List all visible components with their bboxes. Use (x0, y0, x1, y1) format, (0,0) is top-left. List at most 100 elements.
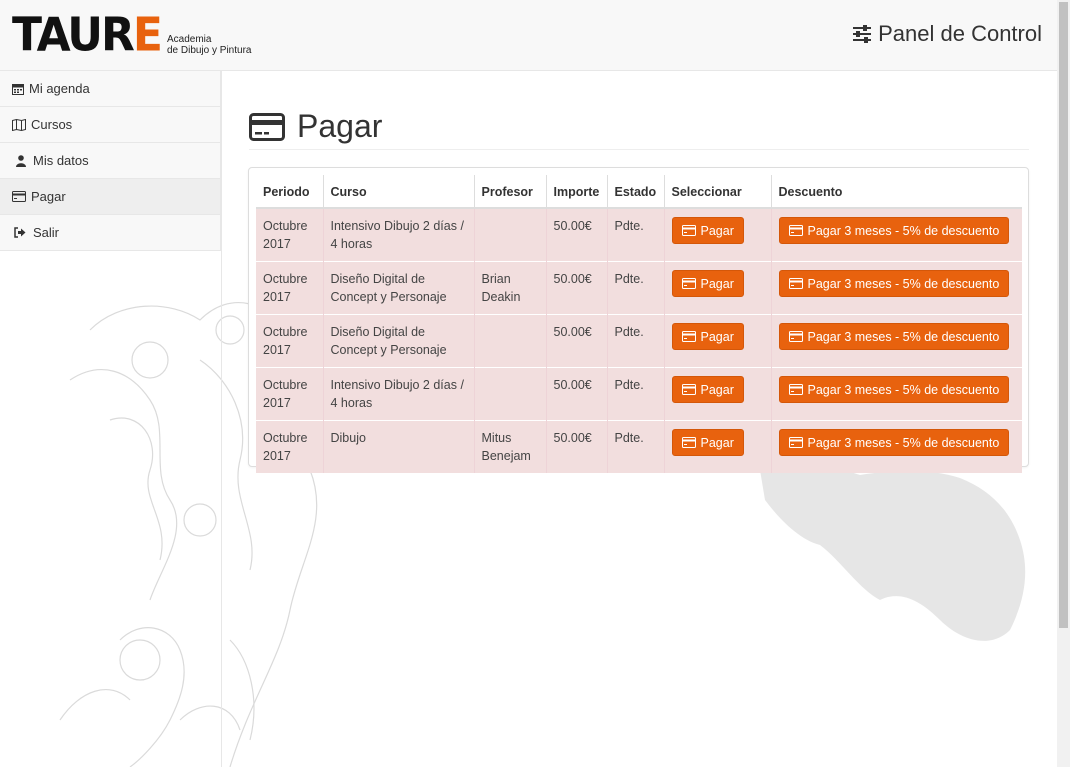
payments-panel: Periodo Curso Profesor Importe Estado Se… (248, 167, 1029, 473)
credit-card-icon (12, 191, 26, 202)
page-header: Pagar (249, 104, 1029, 150)
credit-card-icon (681, 278, 696, 289)
column-header-descuento: Descuento (770, 175, 1022, 209)
credit-card-icon (788, 437, 803, 448)
credit-card-icon (681, 331, 696, 342)
cell-descuento: Pagar 3 meses - 5% de descuento (770, 314, 1022, 368)
pay-button[interactable]: Pagar (671, 217, 744, 244)
sidebar-item-label: Cursos (31, 117, 73, 132)
map-icon (12, 118, 26, 131)
credit-card-icon (681, 225, 696, 236)
control-panel-label: Panel de Control (878, 21, 1042, 46)
table-row: Octubre 2017 Dibujo Mitus Benejam 50.00€… (256, 420, 1022, 473)
pay-discount-button-label: Pagar 3 meses - 5% de descuento (807, 435, 1000, 450)
sidebar-item-label: Mis datos (33, 153, 89, 168)
cell-estado: Pdte. (606, 261, 664, 315)
logo-subtitle: Academia de Dibujo y Pintura (166, 34, 252, 56)
cell-importe: 50.00€ (545, 367, 607, 421)
credit-card-icon (249, 112, 285, 141)
pay-discount-button-label: Pagar 3 meses - 5% de descuento (807, 382, 1000, 397)
sliders-icon (853, 25, 872, 43)
sidebar-item-cursos[interactable]: Cursos (0, 107, 220, 143)
cell-periodo: Octubre 2017 (256, 314, 323, 368)
pay-button-label: Pagar (700, 276, 734, 291)
sign-out-icon (14, 227, 26, 238)
column-header-profesor: Profesor (473, 175, 546, 209)
cell-seleccionar: Pagar (663, 261, 771, 315)
credit-card-icon (788, 278, 803, 289)
cell-seleccionar: Pagar (663, 420, 771, 473)
cell-curso: Dibujo (322, 420, 474, 473)
brand-logo[interactable]: TAURE Academia de Dibujo y Pintura (12, 12, 251, 58)
sidebar-item-pagar[interactable]: Pagar (0, 179, 220, 215)
cell-importe: 50.00€ (545, 261, 607, 315)
logo-wordmark: TAURE (12, 8, 163, 63)
cell-descuento: Pagar 3 meses - 5% de descuento (770, 261, 1022, 315)
sidebar-nav: Mi agenda Cursos Mis datos Pagar Salir (0, 71, 221, 251)
cell-importe: 50.00€ (545, 314, 607, 368)
pay-button-label: Pagar (700, 329, 734, 344)
cell-profesor: Mitus Benejam (473, 420, 546, 473)
cell-curso: Intensivo Dibujo 2 días / 4 horas (322, 207, 474, 262)
scrollbar-thumb[interactable] (1059, 2, 1068, 628)
cell-profesor: Brian Deakin (473, 261, 546, 315)
sidebar-divider (221, 71, 222, 767)
pay-button[interactable]: Pagar (671, 270, 744, 297)
cell-descuento: Pagar 3 meses - 5% de descuento (770, 367, 1022, 421)
pay-discount-button-label: Pagar 3 meses - 5% de descuento (807, 223, 1000, 238)
sidebar-item-salir[interactable]: Salir (0, 215, 220, 251)
pay-discount-button[interactable]: Pagar 3 meses - 5% de descuento (778, 270, 1010, 297)
pay-button-label: Pagar (700, 435, 734, 450)
pay-discount-button-label: Pagar 3 meses - 5% de descuento (807, 276, 1000, 291)
control-panel-link[interactable]: Panel de Control (852, 21, 1042, 47)
sidebar-item-mi-agenda[interactable]: Mi agenda (0, 71, 220, 107)
calendar-icon (12, 83, 24, 95)
cell-estado: Pdte. (606, 420, 664, 473)
pay-discount-button[interactable]: Pagar 3 meses - 5% de descuento (778, 217, 1010, 244)
page-title: Pagar (297, 108, 383, 144)
cell-estado: Pdte. (606, 207, 664, 262)
credit-card-icon (681, 437, 696, 448)
cell-periodo: Octubre 2017 (256, 367, 323, 421)
table-header-row: Periodo Curso Profesor Importe Estado Se… (256, 175, 1022, 209)
cell-profesor (473, 367, 546, 421)
top-navbar: TAURE Academia de Dibujo y Pintura Panel… (0, 0, 1057, 71)
cell-periodo: Octubre 2017 (256, 207, 323, 262)
cell-importe: 50.00€ (545, 420, 607, 473)
credit-card-icon (788, 384, 803, 395)
pay-button[interactable]: Pagar (671, 429, 744, 456)
pay-button[interactable]: Pagar (671, 323, 744, 350)
column-header-importe: Importe (545, 175, 607, 209)
cell-seleccionar: Pagar (663, 367, 771, 421)
sidebar-item-mis-datos[interactable]: Mis datos (0, 143, 220, 179)
cell-profesor (473, 207, 546, 262)
cell-importe: 50.00€ (545, 207, 607, 262)
column-header-estado: Estado (606, 175, 664, 209)
cell-periodo: Octubre 2017 (256, 420, 323, 473)
cell-profesor (473, 314, 546, 368)
pay-discount-button-label: Pagar 3 meses - 5% de descuento (807, 329, 1000, 344)
pay-discount-button[interactable]: Pagar 3 meses - 5% de descuento (778, 323, 1010, 350)
table-row: Octubre 2017 Diseño Digital de Concept y… (256, 261, 1022, 315)
pay-button[interactable]: Pagar (671, 376, 744, 403)
cell-seleccionar: Pagar (663, 207, 771, 262)
sidebar-item-label: Pagar (31, 189, 66, 204)
cell-curso: Intensivo Dibujo 2 días / 4 horas (322, 367, 474, 421)
pay-button-label: Pagar (700, 223, 734, 238)
credit-card-icon (788, 225, 803, 236)
cell-descuento: Pagar 3 meses - 5% de descuento (770, 207, 1022, 262)
pay-discount-button[interactable]: Pagar 3 meses - 5% de descuento (778, 429, 1010, 456)
cell-curso: Diseño Digital de Concept y Personaje (322, 261, 474, 315)
credit-card-icon (788, 331, 803, 342)
pay-discount-button[interactable]: Pagar 3 meses - 5% de descuento (778, 376, 1010, 403)
credit-card-icon (681, 384, 696, 395)
cell-estado: Pdte. (606, 314, 664, 368)
column-header-curso: Curso (322, 175, 474, 209)
cell-curso: Diseño Digital de Concept y Personaje (322, 314, 474, 368)
vertical-scrollbar[interactable] (1057, 0, 1070, 767)
sidebar-item-label: Salir (33, 225, 60, 240)
cell-estado: Pdte. (606, 367, 664, 421)
payments-table: Periodo Curso Profesor Importe Estado Se… (256, 175, 1022, 473)
table-row: Octubre 2017 Intensivo Dibujo 2 días / 4… (256, 207, 1022, 262)
cell-descuento: Pagar 3 meses - 5% de descuento (770, 420, 1022, 473)
